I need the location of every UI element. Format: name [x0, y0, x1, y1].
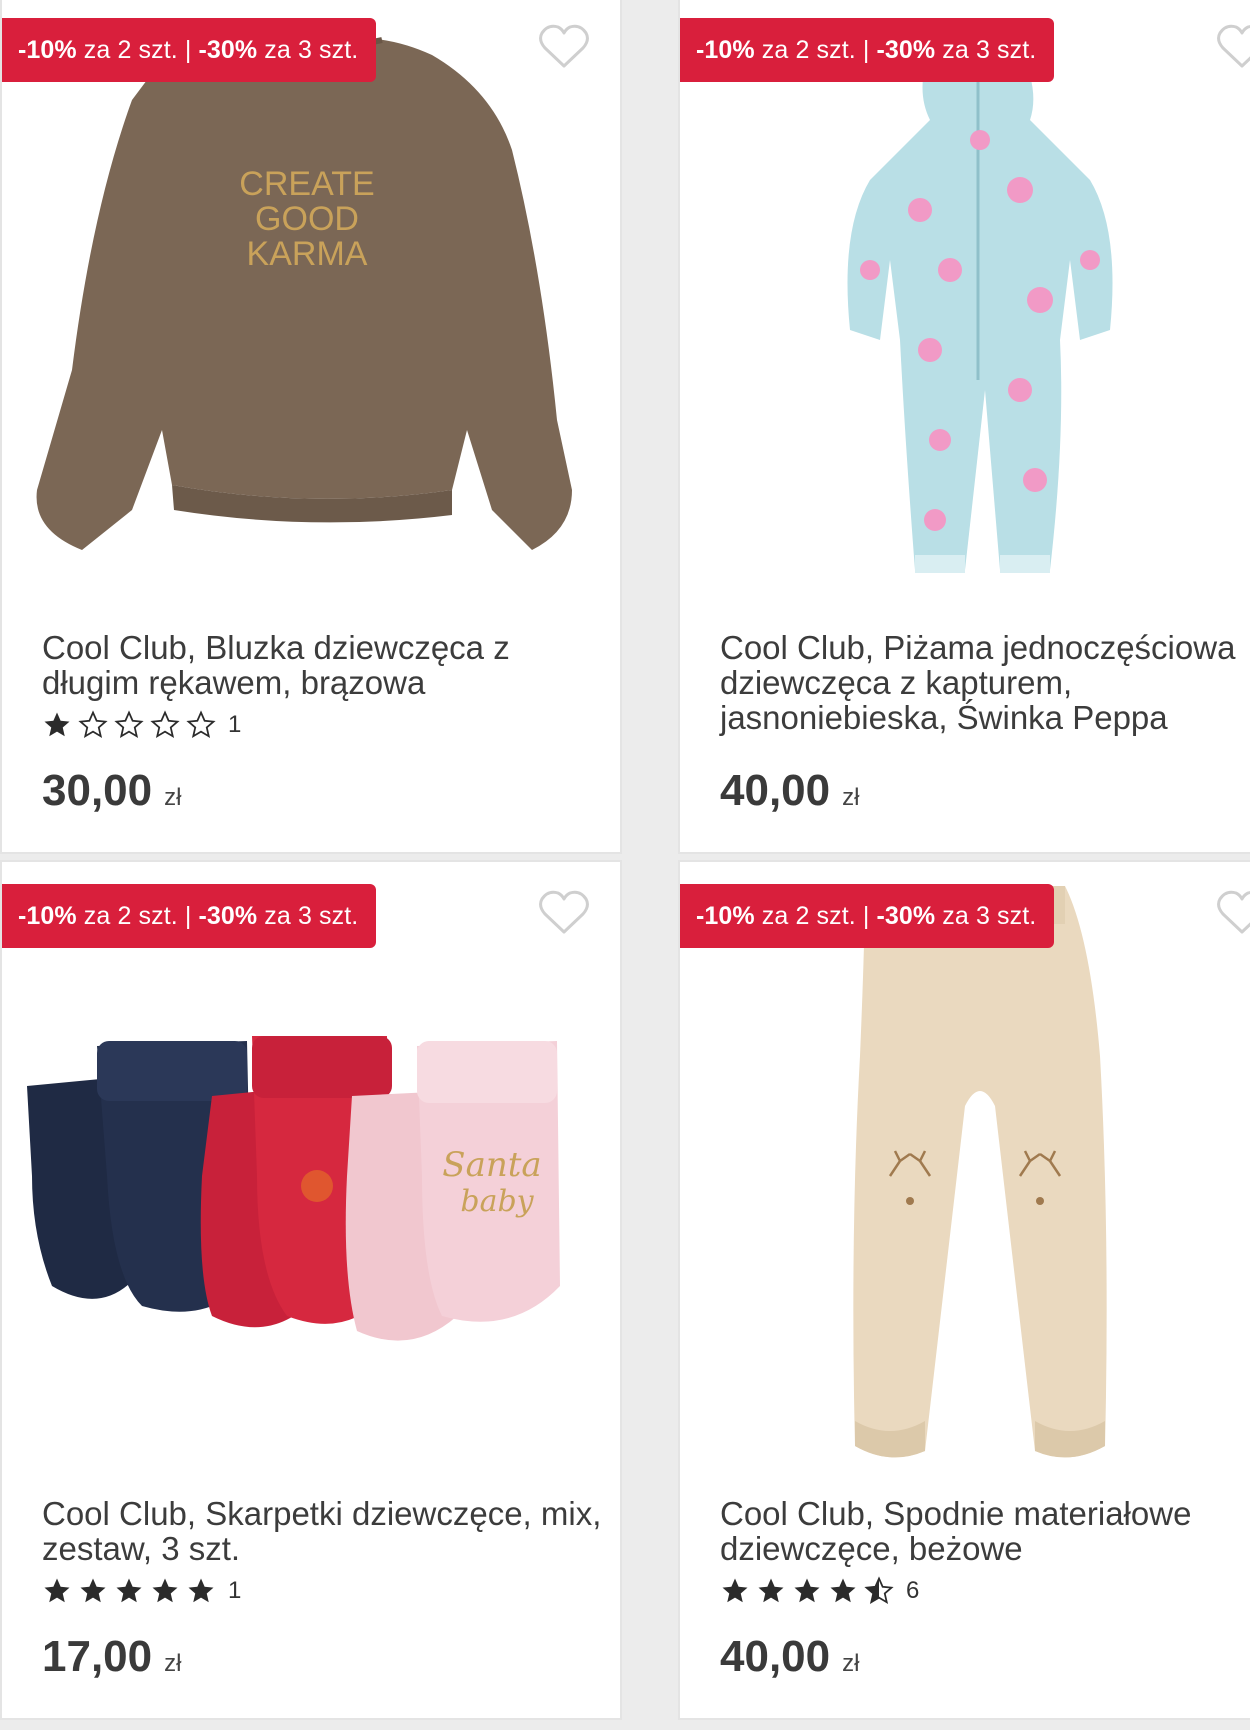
product-card[interactable]: Santa baby -10% za 2 szt. | -30% za 3 sz…	[0, 860, 622, 1720]
product-image[interactable]: CREATE GOOD KARMA	[12, 10, 612, 610]
product-price: 30,00 zł	[42, 766, 181, 816]
product-price: 40,00 zł	[720, 766, 859, 816]
star-filled-icon	[152, 1578, 178, 1603]
star-empty-icon	[114, 710, 144, 739]
sweater-print-line1: CREATE	[239, 165, 374, 203]
promo-discount-1: -10%	[18, 36, 77, 64]
star-half-icon	[864, 1576, 894, 1605]
promo-badge: -10% za 2 szt. | -30% za 3 szt.	[680, 18, 1055, 82]
product-title[interactable]: Cool Club, Piżama jednoczęściowa dziewcz…	[720, 630, 1250, 735]
star-filled-icon	[80, 1578, 106, 1603]
star-filled-icon	[188, 1578, 214, 1603]
heart-outline-icon[interactable]	[538, 890, 590, 936]
price-amount: 30,00	[42, 766, 153, 815]
star-empty-icon	[186, 710, 216, 739]
price-currency: zł	[842, 784, 860, 811]
promo-discount-2: -30%	[198, 36, 258, 64]
price-currency: zł	[842, 1650, 860, 1677]
promo-discount-2: -30%	[876, 36, 936, 64]
star-empty-icon	[78, 710, 108, 739]
product-image[interactable]: Santa baby	[12, 876, 612, 1476]
promo-badge: -10% za 2 szt. | -30% za 3 szt.	[2, 18, 377, 82]
product-rating: 1	[42, 1574, 241, 1608]
product-card[interactable]: CREATE GOOD KARMA -10% za 2 szt. | -30% …	[0, 0, 622, 854]
promo-text-2: za 3 szt.	[935, 36, 1037, 64]
price-currency: zł	[164, 1650, 182, 1677]
product-card[interactable]: -10% za 2 szt. | -30% za 3 szt. Cool Clu…	[678, 860, 1250, 1720]
product-title[interactable]: Cool Club, Spodnie materiałowe dziewczęc…	[720, 1496, 1250, 1566]
promo-text-2: za 3 szt.	[257, 36, 359, 64]
promo-text-2: za 3 szt.	[257, 902, 359, 930]
product-price: 40,00 zł	[720, 1632, 859, 1682]
rating-count: 1	[228, 711, 242, 738]
product-card[interactable]: -10% za 2 szt. | -30% za 3 szt. Cool Clu…	[678, 0, 1250, 854]
star-empty-icon	[150, 710, 180, 739]
promo-text-1: za 2 szt. |	[76, 902, 199, 930]
product-rating: 6	[720, 1574, 919, 1608]
price-currency: zł	[164, 784, 182, 811]
product-price: 17,00 zł	[42, 1632, 181, 1682]
price-amount: 40,00	[720, 766, 831, 815]
star-filled-icon	[722, 1578, 748, 1603]
promo-text-1: za 2 szt. |	[754, 902, 877, 930]
star-filled-icon	[44, 712, 70, 737]
promo-discount-1: -10%	[18, 902, 77, 930]
promo-text-2: za 3 szt.	[935, 902, 1037, 930]
promo-text-1: za 2 szt. |	[754, 36, 877, 64]
price-amount: 17,00	[42, 1632, 153, 1681]
star-filled-icon	[794, 1578, 820, 1603]
star-filled-icon	[44, 1578, 70, 1603]
promo-badge: -10% za 2 szt. | -30% za 3 szt.	[680, 884, 1055, 948]
sock-print-line2: baby	[460, 1184, 534, 1219]
sweater-print-line2: GOOD	[255, 200, 359, 238]
promo-badge: -10% za 2 szt. | -30% za 3 szt.	[2, 884, 377, 948]
product-image[interactable]	[690, 10, 1250, 610]
sock-print-line1: Santa	[442, 1145, 541, 1185]
heart-outline-icon[interactable]	[1216, 890, 1250, 936]
price-amount: 40,00	[720, 1632, 831, 1681]
rating-count: 1	[228, 1577, 242, 1604]
star-filled-icon	[116, 1578, 142, 1603]
sweater-print-line3: KARMA	[247, 235, 368, 273]
promo-text-1: za 2 szt. |	[76, 36, 199, 64]
star-filled-icon	[758, 1578, 784, 1603]
promo-discount-2: -30%	[198, 902, 258, 930]
product-title[interactable]: Cool Club, Bluzka dziewczęca z długim rę…	[42, 630, 602, 700]
heart-outline-icon[interactable]	[538, 24, 590, 70]
star-filled-icon	[830, 1578, 856, 1603]
product-image[interactable]	[690, 876, 1250, 1476]
rating-count: 6	[906, 1577, 920, 1604]
promo-discount-2: -30%	[876, 902, 936, 930]
product-title[interactable]: Cool Club, Skarpetki dziewczęce, mix, ze…	[42, 1496, 602, 1566]
promo-discount-1: -10%	[696, 36, 755, 64]
product-rating: 1	[42, 708, 241, 742]
promo-discount-1: -10%	[696, 902, 755, 930]
heart-outline-icon[interactable]	[1216, 24, 1250, 70]
